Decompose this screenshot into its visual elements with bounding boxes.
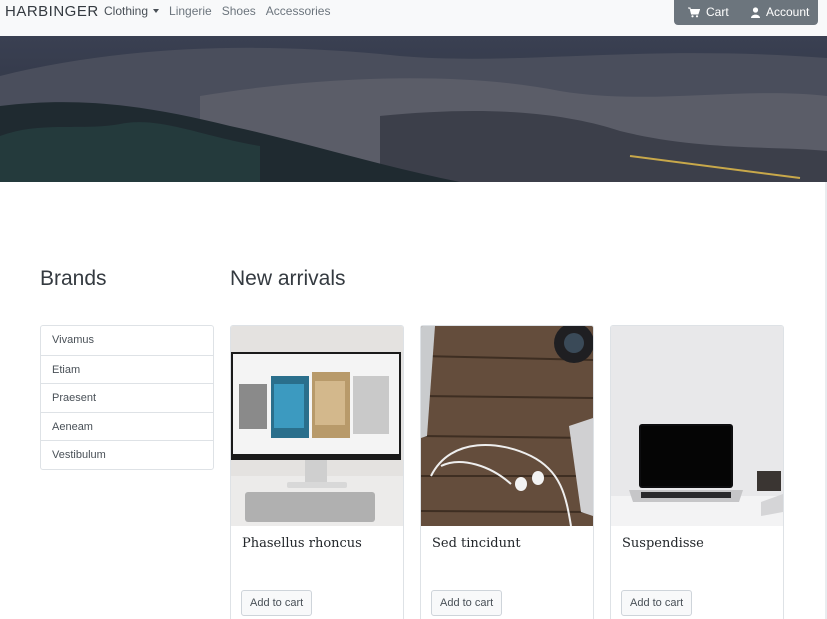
brand-item-etiam[interactable]: Etiam: [41, 354, 213, 384]
product-card: Sed tincidunt Add to cart: [420, 325, 594, 619]
main-nav: Clothing Lingerie Shoes Accessories: [104, 4, 340, 18]
brand-item-aeneam[interactable]: Aeneam: [41, 411, 213, 441]
nav-accessories[interactable]: Accessories: [266, 4, 331, 18]
brand-item-vivamus[interactable]: Vivamus: [41, 326, 213, 355]
header-actions: Cart Account: [674, 0, 818, 25]
cart-button[interactable]: Cart: [688, 5, 729, 19]
product-title: Suspendisse: [622, 536, 704, 551]
add-to-cart-button[interactable]: Add to cart: [241, 590, 313, 616]
new-arrivals-heading: New arrivals: [230, 267, 346, 290]
chevron-down-icon: [153, 9, 160, 13]
nav-clothing-label: Clothing: [104, 4, 149, 18]
account-label: Account: [766, 5, 810, 19]
product-title: Phasellus rhoncus: [242, 536, 362, 551]
nav-lingerie[interactable]: Lingerie: [169, 4, 212, 18]
shopping-cart-icon: [688, 7, 700, 17]
brand-logo[interactable]: HARBINGER: [5, 3, 99, 20]
hero-banner: [0, 36, 827, 182]
product-title: Sed tincidunt: [432, 536, 521, 551]
desk-photo: [421, 326, 593, 526]
monitor-photo: [231, 326, 403, 526]
product-image-desk[interactable]: [421, 326, 593, 526]
product-card: Suspendisse Add to cart: [610, 325, 784, 619]
laptop-photo: [611, 326, 783, 526]
brand-item-praesent[interactable]: Praesent: [41, 383, 213, 412]
add-to-cart-button[interactable]: Add to cart: [621, 590, 693, 616]
top-navbar: HARBINGER Clothing Lingerie Shoes Access…: [0, 0, 827, 36]
nav-clothing[interactable]: Clothing: [104, 4, 160, 18]
cart-label: Cart: [706, 5, 729, 19]
brands-heading: Brands: [40, 267, 107, 290]
brand-list: Vivamus Etiam Praesent Aeneam Vestibulum: [40, 325, 214, 470]
account-button[interactable]: Account: [751, 5, 809, 19]
brand-item-vestibulum[interactable]: Vestibulum: [41, 440, 213, 469]
product-image-monitor[interactable]: [231, 326, 403, 526]
product-image-laptop[interactable]: [611, 326, 783, 526]
product-card: Phasellus rhoncus Add to cart: [230, 325, 404, 619]
add-to-cart-button[interactable]: Add to cart: [431, 590, 503, 616]
user-icon: [751, 6, 760, 18]
hero-landscape-image: [0, 36, 827, 182]
nav-shoes[interactable]: Shoes: [222, 4, 256, 18]
